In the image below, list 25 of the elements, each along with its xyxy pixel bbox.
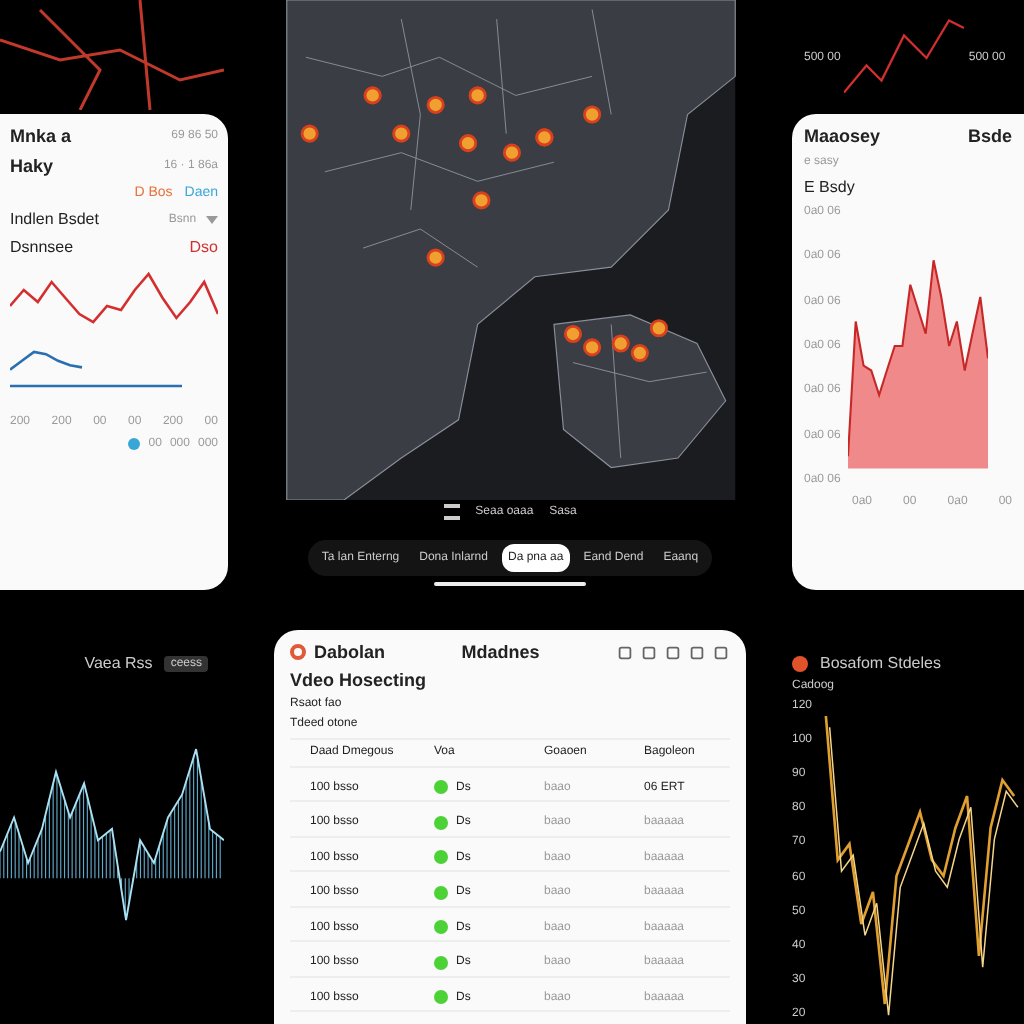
card-title: Maaosey bbox=[804, 126, 881, 146]
status-dot-icon bbox=[434, 885, 448, 900]
filter-label: Indlen Bsdet bbox=[10, 210, 99, 228]
legend-dot-icon bbox=[128, 438, 141, 450]
section-heading: Vdeo Hosecting bbox=[290, 670, 429, 690]
brand-name: Dabolan bbox=[314, 642, 386, 662]
status-dot-icon bbox=[434, 920, 448, 935]
caret-icon bbox=[205, 215, 218, 223]
card-label: Bsde bbox=[967, 126, 1012, 146]
card-subtitle: Haky bbox=[10, 156, 54, 176]
status-dot-icon bbox=[434, 780, 448, 795]
series-value: Dso bbox=[189, 238, 218, 256]
status-dot-icon bbox=[434, 990, 448, 1005]
card-title: Mdadnes bbox=[461, 642, 540, 662]
logo-icon bbox=[290, 644, 306, 660]
list-icon bbox=[443, 504, 460, 520]
card-title: Mnka a bbox=[10, 126, 72, 146]
record-icon bbox=[792, 655, 808, 671]
panel-title: Bosafom Stdeles bbox=[820, 654, 941, 672]
status-dot-icon bbox=[434, 955, 448, 970]
panel-title: Vaea Rss bbox=[84, 654, 153, 672]
status-dot-icon bbox=[434, 815, 448, 830]
status-dot-icon bbox=[434, 850, 448, 865]
series-label: Dsnnsee bbox=[10, 238, 74, 256]
card-caption: E Bsdy bbox=[804, 178, 857, 196]
